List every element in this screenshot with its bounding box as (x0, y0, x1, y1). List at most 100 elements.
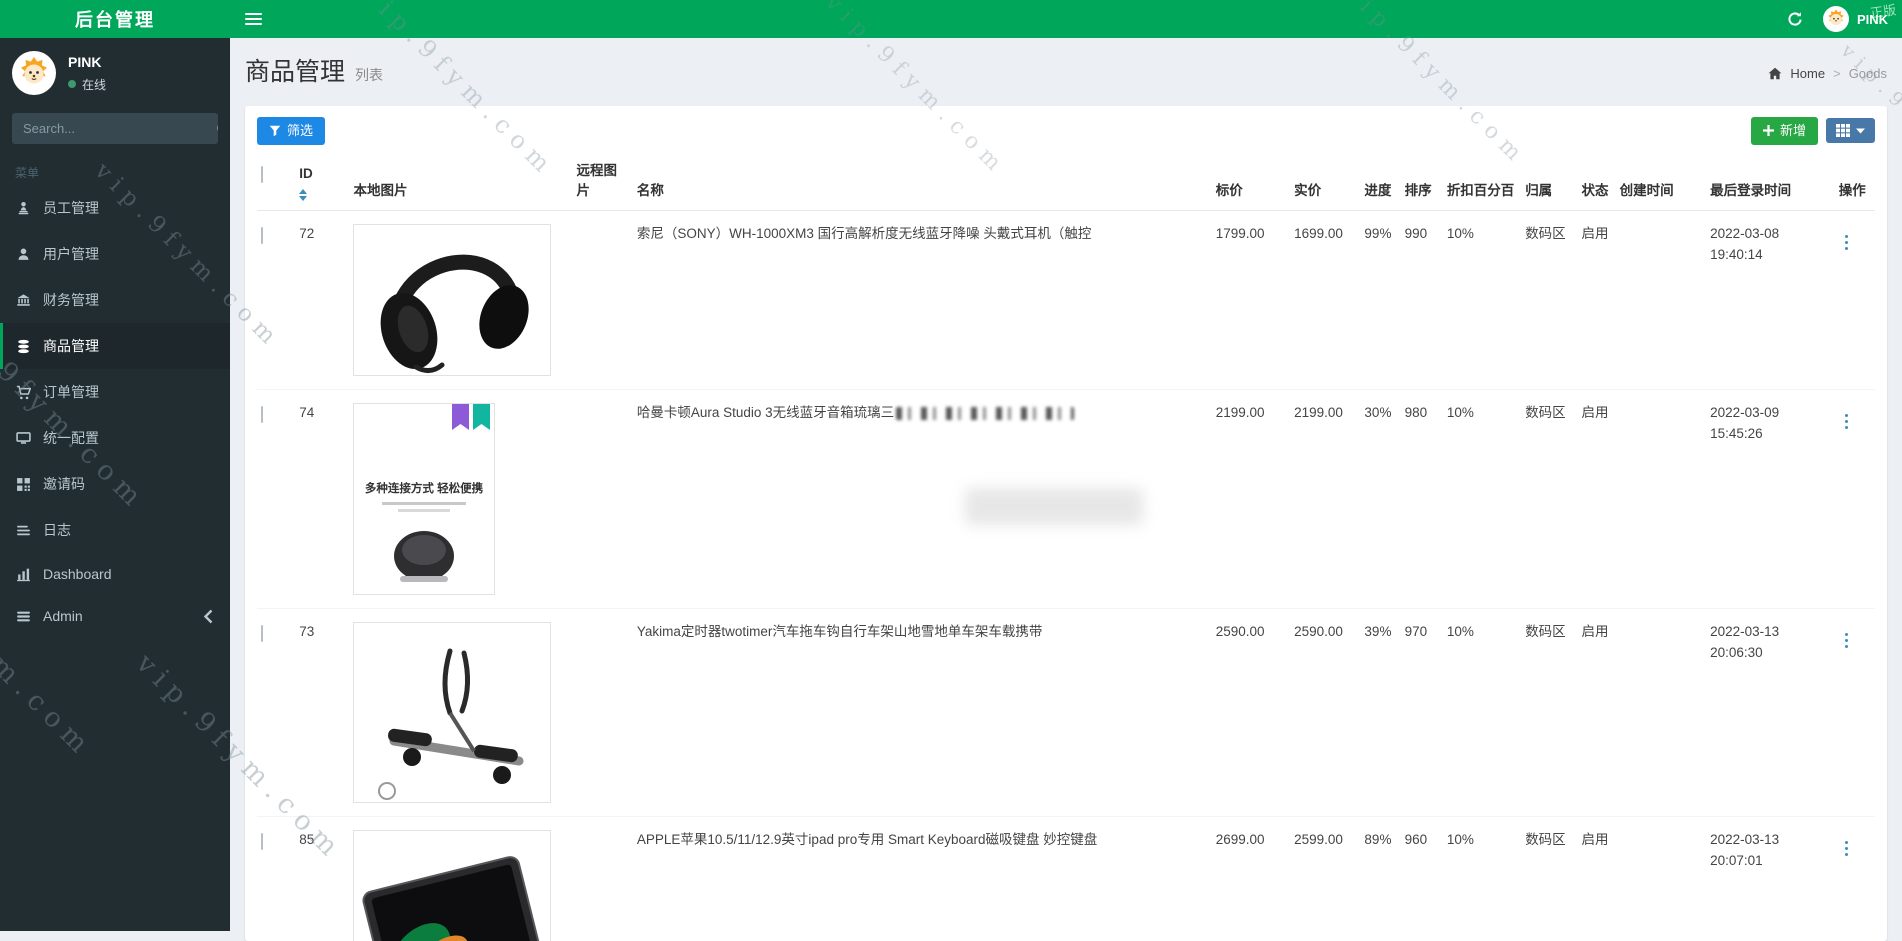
brand-logo: 后台管理 (0, 0, 230, 38)
sidebar-user-name: PINK (68, 54, 106, 70)
row-checkbox[interactable] (261, 833, 263, 850)
cell-goods-name: APPLE苹果10.5/11/12.9英寸ipad pro专用 Smart Ke… (633, 817, 1212, 941)
sidebar-item-goods[interactable]: 商品管理 (0, 323, 230, 369)
col-header-price: 标价 (1212, 157, 1290, 211)
col-header-actions: 操作 (1835, 157, 1875, 211)
row-actions-kebab-icon[interactable] (1839, 232, 1855, 254)
goods-name-text: 哈曼卡顿Aura Studio 3无线蓝牙音箱琉璃三 (637, 405, 894, 420)
col-header-name: 名称 (633, 157, 1212, 211)
sidebar-item-admin[interactable]: Admin (0, 595, 230, 637)
employee-icon (16, 201, 31, 216)
filter-button[interactable]: 筛选 (257, 117, 325, 145)
search-icon[interactable] (210, 113, 218, 144)
chevron-left-icon (201, 609, 216, 624)
sidebar-item-config[interactable]: 统一配置 (0, 415, 230, 461)
sidebar-item-label: 商品管理 (43, 336, 99, 356)
cell-last-login: 2022-03-13 20:06:30 (1706, 609, 1835, 817)
sidebar-item-employees[interactable]: 员工管理 (0, 185, 230, 231)
page-subtitle: 列表 (355, 65, 383, 85)
invite-icon (16, 477, 31, 492)
cell-remote-image (573, 817, 633, 941)
col-header-real-price: 实价 (1290, 157, 1360, 211)
table-row: 73 (257, 609, 1875, 817)
caret-down-icon (1856, 128, 1865, 134)
cell-goods-name: Yakima定时器twotimer汽车拖车钩自行车架山地雪地单车架车载携带 (633, 609, 1212, 817)
row-actions-kebab-icon[interactable] (1839, 838, 1855, 860)
row-actions-kebab-icon[interactable] (1839, 630, 1855, 652)
sony-headphones-photo[interactable] (353, 224, 551, 376)
cell-remote-image (573, 390, 633, 609)
ipad-keyboard-photo[interactable] (353, 830, 551, 941)
table-header-row: ID 本地图片 远程图片 名称 标价 实价 进度 排序 折扣百分百 归属 状态 … (257, 157, 1875, 211)
funnel-icon (269, 125, 281, 137)
cell-real-price: 1699.00 (1290, 211, 1360, 390)
user-panel: PINK 在线 (0, 38, 230, 109)
row-checkbox[interactable] (261, 406, 263, 423)
navbar-username: PINK (1857, 12, 1888, 27)
sidebar-menu: 员工管理 用户管理 财务管理 商品管理 订单管理 统一配置 邀请码 日志 (0, 185, 230, 637)
user-menu[interactable]: PINK (1823, 6, 1888, 32)
col-header-progress: 进度 (1360, 157, 1400, 211)
sidebar-item-users[interactable]: 用户管理 (0, 231, 230, 277)
sidebar-item-label: 邀请码 (43, 474, 85, 494)
sidebar-item-dashboard[interactable]: Dashboard (0, 553, 230, 595)
lion-avatar (12, 51, 56, 95)
add-button[interactable]: 新增 (1751, 117, 1818, 145)
cell-remote-image (573, 211, 633, 390)
plus-icon (1763, 125, 1774, 136)
breadcrumb-home-link[interactable]: Home (1790, 66, 1825, 81)
user-icon (16, 247, 31, 262)
sidebar-item-label: 用户管理 (43, 244, 99, 264)
sidebar-item-invite-code[interactable]: 邀请码 (0, 461, 230, 507)
row-checkbox[interactable] (261, 625, 263, 642)
sidebar-user-status: 在线 (82, 76, 106, 93)
search-input[interactable] (12, 113, 210, 144)
cell-created (1616, 817, 1706, 941)
bike-rack-photo[interactable] (353, 622, 551, 803)
cell-status: 启用 (1577, 390, 1615, 609)
breadcrumb: Home > Goods (1768, 66, 1887, 81)
sidebar-item-label: 财务管理 (43, 290, 99, 310)
config-icon (16, 431, 31, 446)
goods-card: 筛选 新增 (245, 106, 1887, 941)
harman-kardon-speaker-photo[interactable]: 多种连接方式 轻松便携 (353, 403, 495, 595)
cell-status: 启用 (1577, 817, 1615, 941)
cell-sort: 990 (1401, 211, 1443, 390)
refresh-icon[interactable] (1787, 11, 1803, 27)
sidebar-item-label: 统一配置 (43, 428, 99, 448)
cell-status: 启用 (1577, 211, 1615, 390)
hamburger-menu-icon[interactable] (230, 0, 277, 38)
col-header-sort: 排序 (1401, 157, 1443, 211)
select-all-checkbox[interactable] (261, 166, 263, 183)
row-checkbox[interactable] (261, 227, 263, 244)
cell-price: 1799.00 (1212, 211, 1290, 390)
cell-discount: 10% (1443, 817, 1521, 941)
cell-created (1616, 390, 1706, 609)
cell-price: 2590.00 (1212, 609, 1290, 817)
cell-last-login: 2022-03-09 15:45:26 (1706, 390, 1835, 609)
cell-id: 73 (295, 609, 349, 817)
filter-button-label: 筛选 (287, 123, 313, 139)
sidebar: 后台管理 PINK 在线 菜单 (0, 0, 230, 931)
sidebar-item-label: 订单管理 (43, 382, 99, 402)
cell-created (1616, 609, 1706, 817)
online-status-dot (68, 80, 76, 88)
finance-icon (16, 293, 31, 308)
sidebar-item-finance[interactable]: 财务管理 (0, 277, 230, 323)
cell-id: 74 (295, 390, 349, 609)
row-actions-kebab-icon[interactable] (1839, 411, 1855, 433)
cell-real-price: 2199.00 (1290, 390, 1360, 609)
cell-category: 数码区 (1521, 609, 1577, 817)
cell-price: 2199.00 (1212, 390, 1290, 609)
goods-table: ID 本地图片 远程图片 名称 标价 实价 进度 排序 折扣百分百 归属 状态 … (257, 157, 1875, 941)
orders-icon (16, 385, 31, 400)
blur-artifact (965, 488, 1143, 525)
sort-toggle-icon[interactable] (299, 189, 308, 201)
cell-discount: 10% (1443, 211, 1521, 390)
cell-status: 启用 (1577, 609, 1615, 817)
sidebar-item-orders[interactable]: 订单管理 (0, 369, 230, 415)
sidebar-item-logs[interactable]: 日志 (0, 507, 230, 553)
column-view-dropdown-button[interactable] (1826, 118, 1875, 143)
cell-remote-image (573, 609, 633, 817)
col-header-status: 状态 (1577, 157, 1615, 211)
